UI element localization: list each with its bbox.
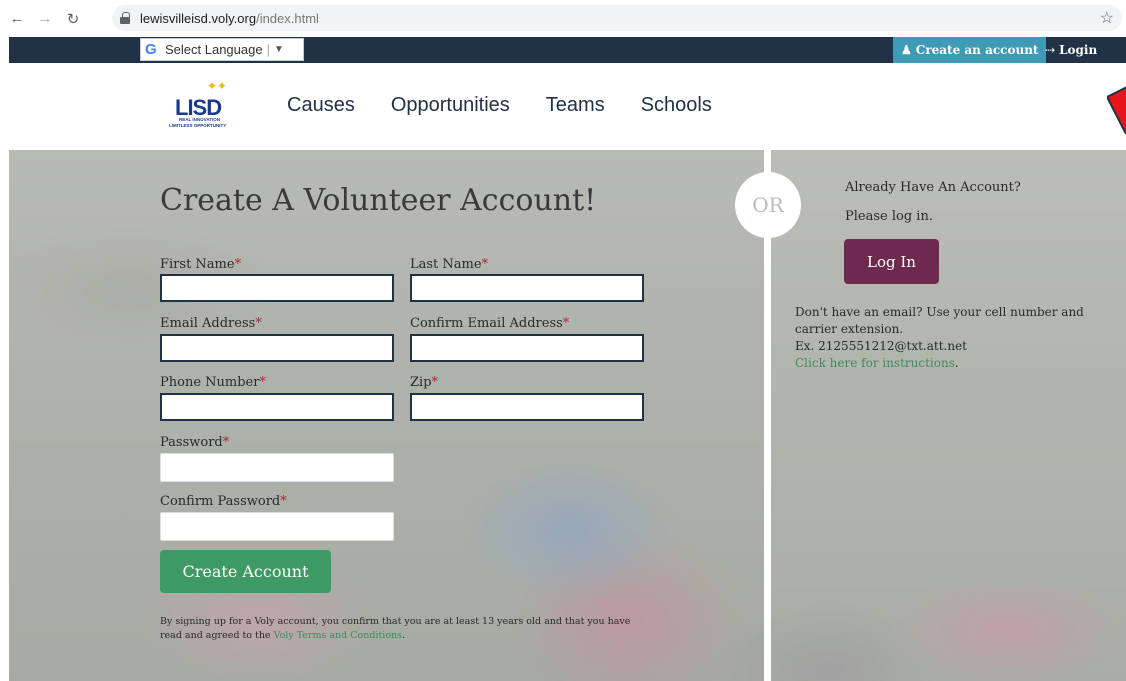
language-selector[interactable]: G Select Language | ▼ — [140, 38, 304, 61]
create-account-label: Create an account — [915, 43, 1039, 57]
confirm-password-input[interactable] — [160, 512, 394, 541]
lock-icon — [120, 12, 130, 24]
last-name-input[interactable] — [410, 274, 644, 302]
create-account-link[interactable]: ♟ Create an account — [893, 37, 1047, 63]
lisd-logo[interactable]: ✦✦ LISD REAL INNOVATION LIMITLESS OPPORT… — [169, 79, 241, 135]
please-log-in-text: Please log in. — [845, 209, 933, 224]
login-label: Login — [1059, 43, 1098, 57]
red-arrow-annotation — [1107, 86, 1126, 135]
nav-causes[interactable]: Causes — [287, 94, 355, 117]
nav-opportunities[interactable]: Opportunities — [391, 94, 510, 117]
top-bar: G Select Language | ▼ ♟ Create an accoun… — [9, 37, 1126, 63]
main-nav: Causes Opportunities Teams Schools — [287, 94, 712, 117]
confirm-email-input[interactable] — [410, 334, 644, 362]
back-icon[interactable]: ← — [6, 8, 28, 30]
password-label: Password* — [160, 435, 230, 450]
login-icon: ⇢ — [1045, 43, 1056, 57]
site-header: ✦✦ LISD REAL INNOVATION LIMITLESS OPPORT… — [9, 63, 1126, 150]
terms-text: By signing up for a Voly account, you co… — [160, 616, 631, 641]
reload-icon[interactable]: ↻ — [62, 8, 84, 30]
bookmark-star-icon[interactable]: ☆ — [1100, 8, 1114, 28]
separator: | — [266, 42, 270, 57]
help-line-1: Don't have an email? Use your cell numbe… — [795, 305, 1084, 336]
already-have-account-text: Already Have An Account? — [845, 180, 1021, 195]
zip-input[interactable] — [410, 393, 644, 421]
login-panel-overlay — [771, 150, 1126, 681]
address-bar[interactable]: lewisvilleisd.voly.org/index.html ☆ — [112, 5, 1122, 31]
nav-schools[interactable]: Schools — [641, 94, 712, 117]
user-add-icon: ♟ — [901, 43, 912, 57]
google-icon: G — [145, 40, 157, 58]
confirm-email-label: Confirm Email Address* — [410, 316, 570, 331]
browser-toolbar: ← → ↻ lewisvilleisd.voly.org/index.html … — [0, 0, 1126, 37]
log-in-button[interactable]: Log In — [844, 239, 939, 284]
first-name-label: First Name* — [160, 257, 242, 272]
language-selector-label: Select Language — [165, 42, 263, 57]
dropdown-arrow-icon: ▼ — [273, 44, 284, 55]
phone-input[interactable] — [160, 393, 394, 421]
logo-tagline-1: REAL INNOVATION — [179, 117, 221, 122]
url-text: lewisvilleisd.voly.org/index.html — [140, 10, 319, 26]
form-title: Create A Volunteer Account! — [160, 183, 597, 218]
terms-link[interactable]: Voly Terms and Conditions — [274, 630, 402, 641]
or-badge: OR — [735, 172, 801, 238]
logo-tagline-2: LIMITLESS OPPORTUNITY — [169, 123, 227, 128]
instructions-link[interactable]: Click here for instructions — [795, 356, 955, 370]
zip-label: Zip* — [410, 375, 439, 390]
help-line-2: Ex. 2125551212@txt.att.net — [795, 339, 967, 353]
login-link[interactable]: ⇢ Login — [1039, 37, 1103, 63]
sms-help-text: Don't have an email? Use your cell numbe… — [795, 304, 1105, 372]
hero-section: OR Create A Volunteer Account! First Nam… — [9, 150, 1126, 681]
create-account-button[interactable]: Create Account — [160, 550, 331, 593]
phone-label: Phone Number* — [160, 375, 266, 390]
email-input[interactable] — [160, 334, 394, 362]
nav-teams[interactable]: Teams — [546, 94, 605, 117]
first-name-input[interactable] — [160, 274, 394, 302]
last-name-label: Last Name* — [410, 257, 489, 272]
password-input[interactable] — [160, 453, 394, 482]
email-label: Email Address* — [160, 316, 262, 331]
confirm-password-label: Confirm Password* — [160, 494, 287, 509]
forward-icon[interactable]: → — [34, 8, 56, 30]
stars-icon: ✦✦ — [207, 79, 228, 93]
